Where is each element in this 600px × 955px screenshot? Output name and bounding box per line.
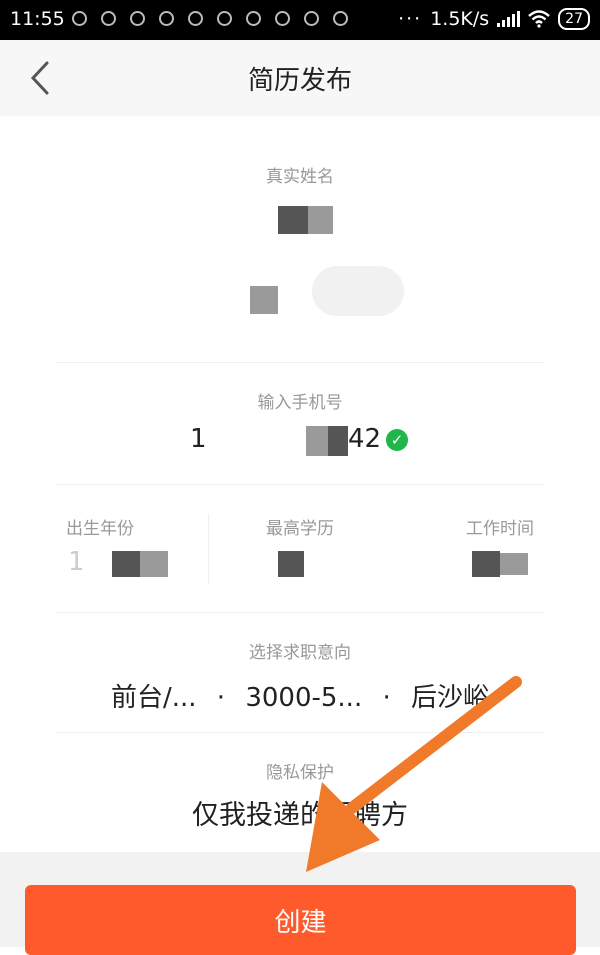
notification-icon (304, 11, 319, 26)
status-time: 11:55 (10, 8, 65, 30)
phone-label: 输入手机号 (257, 393, 343, 413)
navigation-header: 简历发布 (0, 40, 600, 116)
birth-year-prefix: 1 (68, 547, 85, 577)
divider (55, 732, 545, 733)
more-notifications-icon: ··· (398, 8, 423, 30)
avatar-redacted[interactable] (250, 262, 410, 322)
job-intent-field[interactable]: 选择求职意向 前台/... · 3000-5... · 后沙峪 (0, 638, 600, 714)
job-intent-value: 前台/... · 3000-5... · 后沙峪 (0, 677, 600, 714)
job-intent-salary: 3000-5... (245, 683, 363, 713)
divider (55, 362, 545, 363)
notification-icon (246, 11, 261, 26)
verified-check-icon: ✓ (386, 429, 408, 451)
profile-info-row: 出生年份 1 最高学历 工作时间 (0, 500, 600, 600)
birth-year-label: 出生年份 (66, 519, 134, 539)
phone-value: 1 42 ✓ (190, 424, 420, 458)
notification-icons (72, 11, 348, 26)
notification-icon (72, 11, 87, 26)
job-intent-position: 前台/... (110, 683, 197, 713)
phone-prefix: 1 (190, 424, 207, 454)
work-time-field[interactable]: 工作时间 (400, 500, 600, 587)
network-speed: 1.5K/s (430, 8, 490, 30)
status-bar: 11:55 ··· 1.5K/s 27 (0, 0, 600, 40)
phone-field[interactable]: 输入手机号 (0, 388, 600, 413)
education-field[interactable]: 最高学历 (200, 500, 400, 587)
work-time-label: 工作时间 (466, 519, 534, 539)
separator: · (382, 683, 391, 713)
name-value-redacted (278, 206, 333, 234)
separator: · (216, 683, 226, 713)
privacy-value: 仅我投递的招聘方 (192, 800, 408, 831)
back-button[interactable] (20, 58, 60, 98)
notification-icon (275, 11, 290, 26)
education-label: 最高学历 (266, 519, 334, 539)
privacy-field[interactable]: 隐私保护 仅我投递的招聘方 (0, 758, 600, 832)
notification-icon (101, 11, 116, 26)
wifi-icon (528, 10, 551, 28)
birth-year-field[interactable]: 出生年份 1 (0, 500, 200, 587)
phone-suffix: 42 (348, 424, 382, 454)
divider (55, 612, 545, 613)
job-intent-label: 选择求职意向 (249, 643, 351, 663)
notification-icon (333, 11, 348, 26)
name-field[interactable]: 真实姓名 (0, 162, 600, 187)
name-label: 真实姓名 (266, 167, 334, 187)
privacy-label: 隐私保护 (266, 763, 334, 783)
notification-icon (188, 11, 203, 26)
page-title: 简历发布 (247, 65, 352, 96)
create-button[interactable]: 创建 (25, 885, 576, 955)
notification-icon (159, 11, 174, 26)
notification-icon (217, 11, 232, 26)
notification-icon (130, 11, 145, 26)
signal-icon (497, 11, 521, 27)
divider (55, 484, 545, 485)
job-intent-location: 后沙峪 (411, 683, 490, 713)
battery-indicator: 27 (558, 8, 590, 30)
chevron-left-icon (30, 61, 49, 95)
